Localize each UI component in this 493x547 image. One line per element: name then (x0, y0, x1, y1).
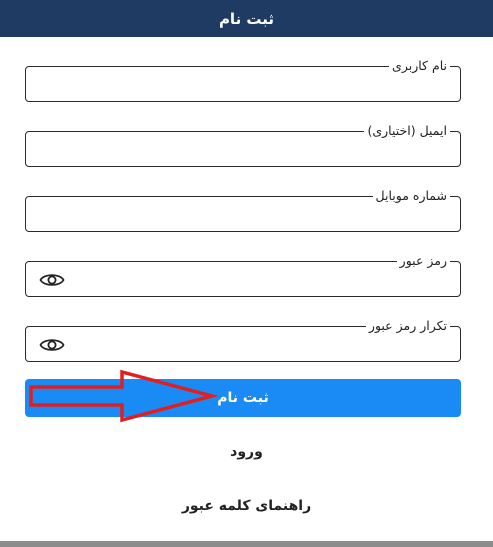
annotation-arrow (29, 369, 218, 423)
password-field[interactable]: رمز عبور (25, 253, 461, 297)
eye-icon[interactable] (39, 271, 65, 289)
username-field[interactable]: نام کاربری (25, 58, 461, 102)
password-confirm-field[interactable]: تکرار رمز عبور (25, 318, 461, 362)
login-link[interactable]: ورود (0, 444, 493, 460)
password-input[interactable] (26, 262, 460, 296)
eye-icon[interactable] (39, 336, 65, 354)
email-field[interactable]: ایمیل (اختیاری) (25, 123, 461, 167)
page-title: ثبت نام (218, 9, 275, 28)
password-confirm-input[interactable] (26, 327, 460, 361)
username-input[interactable] (26, 67, 460, 101)
bottom-divider (0, 541, 493, 547)
register-button-label: ثبت نام (217, 390, 269, 406)
mobile-field[interactable]: شماره موبایل (25, 188, 461, 232)
email-input[interactable] (26, 132, 460, 166)
page-header: ثبت نام (0, 0, 493, 37)
password-help-link[interactable]: راهنمای کلمه عبور (0, 498, 493, 514)
mobile-input[interactable] (26, 197, 460, 231)
